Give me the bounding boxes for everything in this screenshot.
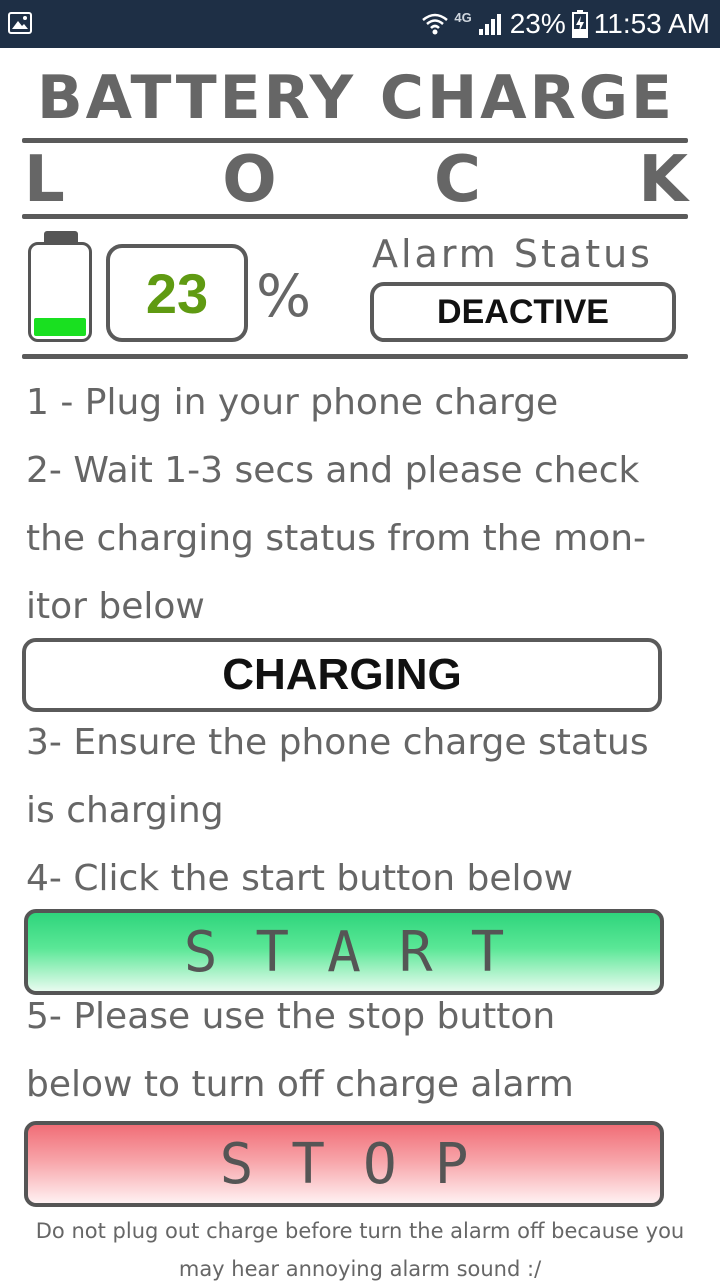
lock-letter: K xyxy=(638,143,688,217)
gallery-notification-icon xyxy=(8,12,32,34)
warning-text-line: Do not plug out charge before turn the a… xyxy=(35,1219,685,1243)
network-type-label: 4G xyxy=(454,9,472,25)
warning-footer: Do not plug out charge before turn the a… xyxy=(30,1212,690,1288)
wifi-icon xyxy=(422,13,449,35)
battery-percent-display: 23 xyxy=(106,244,248,342)
stop-button[interactable]: STOP xyxy=(24,1121,664,1207)
app-title: BATTERY CHARGE xyxy=(36,63,676,133)
lock-letter: C xyxy=(434,143,481,217)
warning-text-line: may hear annoying alarm sound :/ xyxy=(178,1257,542,1281)
app-subtitle-lock: L O C K xyxy=(24,143,688,217)
title-divider-top xyxy=(22,138,688,143)
start-button[interactable]: START xyxy=(24,909,664,995)
section-divider xyxy=(22,354,688,359)
instruction-step-3-cont: is charging xyxy=(26,790,224,831)
clock: 11:53 AM xyxy=(593,8,710,39)
signal-strength-icon xyxy=(478,14,501,35)
instruction-step-2-cont: the charging status from the mon- xyxy=(26,518,647,559)
battery-percent-text: 23% xyxy=(509,8,566,39)
instruction-step-1: 1 - Plug in your phone charge xyxy=(26,382,559,423)
instruction-step-5: 5- Please use the stop button xyxy=(26,996,556,1037)
percent-sign: % xyxy=(256,262,312,330)
lock-letter: O xyxy=(222,143,277,217)
instruction-step-5-cont: below to turn off charge alarm xyxy=(26,1064,574,1105)
instruction-step-4: 4- Click the start button below xyxy=(26,858,574,899)
alarm-status-badge: DEACTIVE xyxy=(370,282,676,342)
charging-status-monitor: CHARGING xyxy=(22,638,662,712)
stop-button-label: STOP xyxy=(219,1131,507,1197)
title-divider-bottom xyxy=(22,214,688,219)
battery-charging-icon xyxy=(571,10,588,38)
battery-level-fill xyxy=(34,318,86,336)
instruction-step-2-cont: itor below xyxy=(26,586,205,627)
alarm-status-label: Alarm Status xyxy=(372,232,653,276)
status-bar: 4G 23% 11:53 AM xyxy=(0,0,720,48)
instruction-step-2: 2- Wait 1-3 secs and please check xyxy=(26,450,640,491)
start-button-label: START xyxy=(183,919,543,985)
instruction-step-3: 3- Ensure the phone charge status xyxy=(26,722,649,763)
lock-letter: L xyxy=(24,143,65,217)
